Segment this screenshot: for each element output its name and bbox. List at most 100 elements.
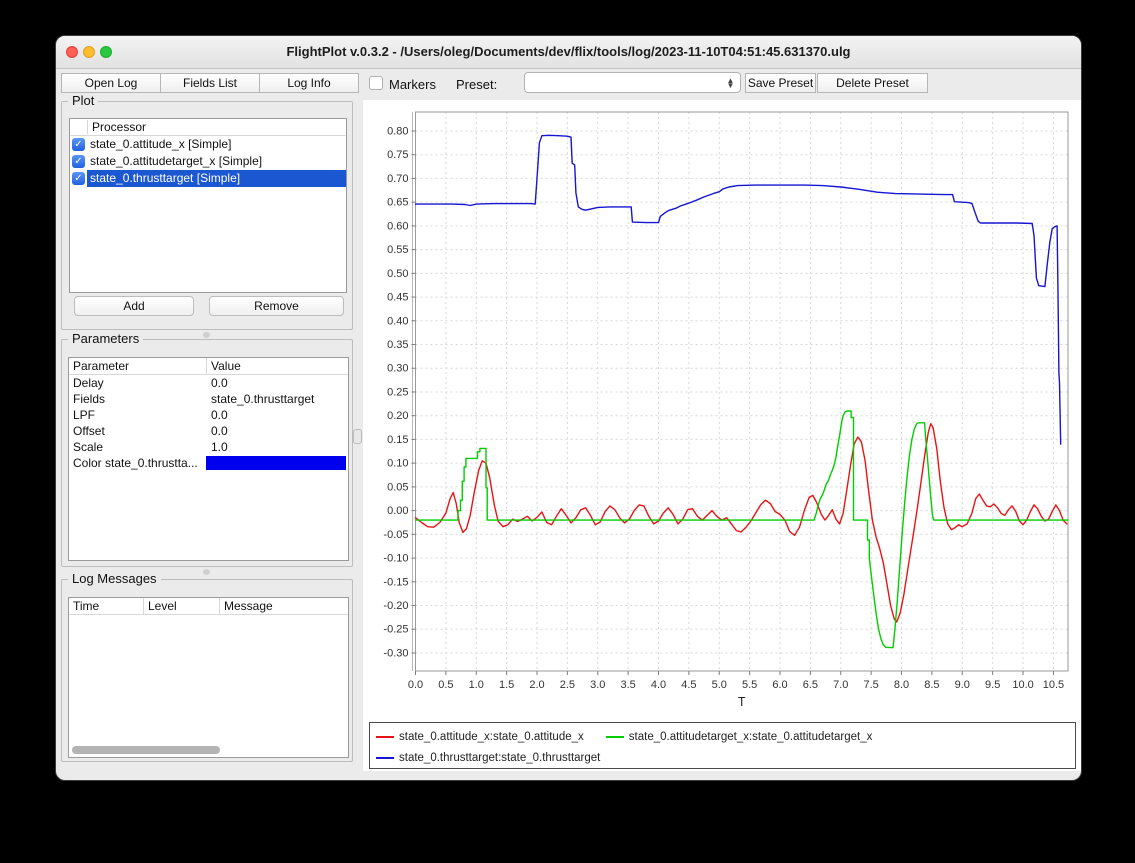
svg-text:10.5: 10.5 bbox=[1043, 679, 1064, 691]
add-button[interactable]: Add bbox=[74, 296, 194, 316]
processor-list-item[interactable]: ✓state_0.thrusttarget [Simple] bbox=[70, 170, 346, 187]
svg-text:5.5: 5.5 bbox=[742, 679, 757, 691]
svg-text:0.20: 0.20 bbox=[387, 410, 408, 422]
parameter-name: LPF bbox=[69, 407, 206, 423]
legend-item: state_0.attitudetarget_x:state_0.attitud… bbox=[606, 731, 873, 743]
level-column-header: Level bbox=[143, 598, 219, 614]
parameter-value[interactable]: state_0.thrusttarget bbox=[206, 391, 348, 407]
svg-text:3.0: 3.0 bbox=[590, 679, 605, 691]
svg-text:0.45: 0.45 bbox=[387, 292, 408, 304]
svg-text:0.35: 0.35 bbox=[387, 339, 408, 351]
parameter-name: Color state_0.thrustta... bbox=[69, 455, 206, 471]
svg-text:1.0: 1.0 bbox=[469, 679, 484, 691]
legend-label: state_0.attitudetarget_x:state_0.attitud… bbox=[629, 731, 873, 743]
log-messages-table[interactable]: Time Level Message bbox=[68, 597, 349, 758]
markers-checkbox[interactable] bbox=[369, 76, 383, 90]
svg-text:-0.15: -0.15 bbox=[383, 576, 408, 588]
parameter-row[interactable]: Offset0.0 bbox=[69, 423, 348, 439]
parameter-value[interactable]: 0.0 bbox=[206, 407, 348, 423]
parameters-table[interactable]: Parameter Value Delay0.0Fieldsstate_0.th… bbox=[68, 357, 349, 561]
color-swatch[interactable] bbox=[206, 456, 346, 470]
legend-item: state_0.thrusttarget:state_0.thrusttarge… bbox=[376, 752, 600, 764]
svg-text:7.0: 7.0 bbox=[833, 679, 848, 691]
parameter-name: Fields bbox=[69, 391, 206, 407]
flight-chart[interactable]: -0.30-0.25-0.20-0.15-0.10-0.050.000.050.… bbox=[363, 100, 1082, 716]
parameters-panel-title: Parameters bbox=[68, 331, 143, 346]
item-label: state_0.attitudetarget_x [Simple] bbox=[87, 153, 346, 170]
svg-text:0.40: 0.40 bbox=[387, 315, 408, 327]
horizontal-splitter-handle[interactable] bbox=[203, 332, 210, 338]
fields-list-button[interactable]: Fields List bbox=[160, 73, 260, 93]
parameter-name: Offset bbox=[69, 423, 206, 439]
svg-text:2.5: 2.5 bbox=[560, 679, 575, 691]
flightplot-window: FlightPlot v.0.3.2 - /Users/oleg/Documen… bbox=[55, 35, 1082, 781]
svg-text:6.0: 6.0 bbox=[772, 679, 787, 691]
svg-text:0.75: 0.75 bbox=[387, 149, 408, 161]
svg-text:0.70: 0.70 bbox=[387, 173, 408, 185]
chart-area: -0.30-0.25-0.20-0.15-0.10-0.050.000.050.… bbox=[363, 100, 1082, 771]
svg-text:-0.05: -0.05 bbox=[383, 529, 408, 541]
svg-text:0.0: 0.0 bbox=[408, 679, 423, 691]
log-messages-panel-title: Log Messages bbox=[68, 571, 161, 586]
item-checkbox[interactable]: ✓ bbox=[72, 172, 85, 185]
svg-text:-0.25: -0.25 bbox=[383, 624, 408, 636]
processor-list-item[interactable]: ✓state_0.attitude_x [Simple] bbox=[70, 136, 346, 153]
parameter-row[interactable]: LPF0.0 bbox=[69, 407, 348, 423]
svg-text:0.30: 0.30 bbox=[387, 363, 408, 375]
svg-text:0.15: 0.15 bbox=[387, 434, 408, 446]
svg-text:T: T bbox=[738, 695, 746, 709]
plot-panel: Plot Processor ✓state_0.attitude_x [Simp… bbox=[61, 101, 353, 330]
parameter-value[interactable]: 0.0 bbox=[206, 423, 348, 439]
svg-text:3.5: 3.5 bbox=[620, 679, 635, 691]
svg-text:0.10: 0.10 bbox=[387, 458, 408, 470]
svg-text:-0.20: -0.20 bbox=[383, 600, 408, 612]
svg-text:0.65: 0.65 bbox=[387, 197, 408, 209]
legend-item: state_0.attitude_x:state_0.attitude_x bbox=[376, 731, 584, 743]
item-checkbox[interactable]: ✓ bbox=[72, 155, 85, 168]
delete-preset-button[interactable]: Delete Preset bbox=[817, 73, 928, 93]
parameter-row[interactable]: Fieldsstate_0.thrusttarget bbox=[69, 391, 348, 407]
processor-column-header: Processor bbox=[70, 119, 346, 136]
legend-line-swatch bbox=[606, 736, 624, 738]
log-info-button[interactable]: Log Info bbox=[259, 73, 359, 93]
log-messages-panel: Log Messages Time Level Message bbox=[61, 579, 353, 762]
svg-text:4.0: 4.0 bbox=[651, 679, 666, 691]
vertical-splitter-handle[interactable] bbox=[353, 429, 362, 444]
processor-list-item[interactable]: ✓state_0.attitudetarget_x [Simple] bbox=[70, 153, 346, 170]
processor-list[interactable]: Processor ✓state_0.attitude_x [Simple]✓s… bbox=[69, 118, 347, 293]
save-preset-button[interactable]: Save Preset bbox=[745, 73, 816, 93]
combobox-stepper-icon[interactable]: ▲▼ bbox=[722, 73, 739, 92]
svg-text:0.00: 0.00 bbox=[387, 505, 408, 517]
remove-button[interactable]: Remove bbox=[209, 296, 344, 316]
horizontal-scrollbar-thumb[interactable] bbox=[72, 746, 220, 754]
svg-text:9.5: 9.5 bbox=[985, 679, 1000, 691]
markers-label: Markers bbox=[389, 77, 436, 92]
color-parameter-row[interactable]: Color state_0.thrustta... bbox=[69, 455, 348, 471]
svg-text:7.5: 7.5 bbox=[864, 679, 879, 691]
svg-text:1.5: 1.5 bbox=[499, 679, 514, 691]
legend-line-swatch bbox=[376, 757, 394, 759]
svg-text:0.5: 0.5 bbox=[438, 679, 453, 691]
svg-text:0.80: 0.80 bbox=[387, 125, 408, 137]
parameters-panel: Parameters Parameter Value Delay0.0Field… bbox=[61, 339, 353, 567]
title-bar[interactable]: FlightPlot v.0.3.2 - /Users/oleg/Documen… bbox=[56, 36, 1081, 69]
plot-panel-title: Plot bbox=[68, 93, 98, 108]
svg-text:4.5: 4.5 bbox=[681, 679, 696, 691]
svg-text:8.5: 8.5 bbox=[924, 679, 939, 691]
parameter-value[interactable]: 0.0 bbox=[206, 375, 348, 391]
preset-label: Preset: bbox=[456, 77, 497, 92]
horizontal-splitter-handle-2[interactable] bbox=[203, 569, 210, 575]
svg-text:10.0: 10.0 bbox=[1012, 679, 1033, 691]
preset-combobox[interactable]: ▲▼ bbox=[524, 72, 741, 93]
parameter-row[interactable]: Scale1.0 bbox=[69, 439, 348, 455]
open-log-button[interactable]: Open Log bbox=[61, 73, 161, 93]
parameter-row[interactable]: Delay0.0 bbox=[69, 375, 348, 391]
parameter-name: Delay bbox=[69, 375, 206, 391]
chart-legend: state_0.attitude_x:state_0.attitude_xsta… bbox=[369, 722, 1076, 769]
svg-text:8.0: 8.0 bbox=[894, 679, 909, 691]
parameter-value[interactable]: 1.0 bbox=[206, 439, 348, 455]
legend-label: state_0.attitude_x:state_0.attitude_x bbox=[399, 731, 584, 743]
svg-text:0.50: 0.50 bbox=[387, 268, 408, 280]
svg-text:5.0: 5.0 bbox=[712, 679, 727, 691]
item-checkbox[interactable]: ✓ bbox=[72, 138, 85, 151]
